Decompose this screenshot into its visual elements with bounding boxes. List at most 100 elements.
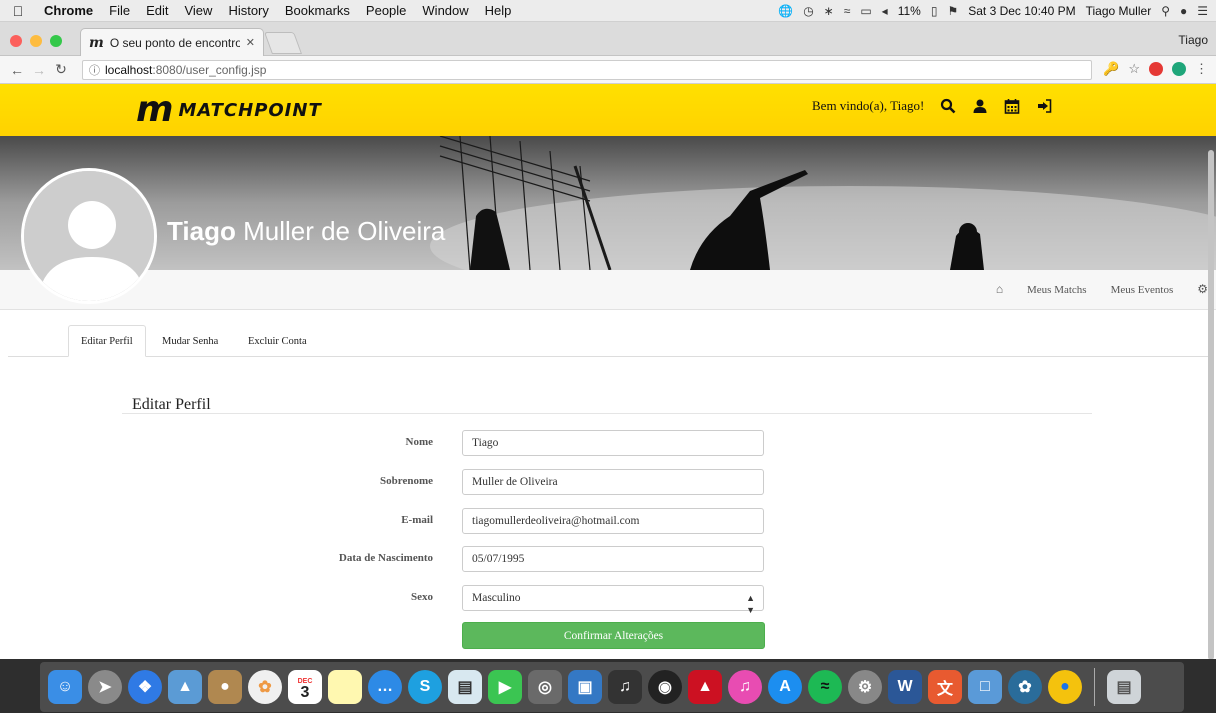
- avatar[interactable]: [21, 168, 157, 304]
- label-email: E-mail: [401, 514, 433, 526]
- forward-arrow-icon[interactable]: →: [28, 62, 50, 78]
- wifi-icon[interactable]: ≈: [844, 4, 851, 18]
- apple-menu-icon[interactable]: : [0, 3, 36, 19]
- popcorn-time-icon[interactable]: ▲: [688, 670, 722, 704]
- menu-user-name[interactable]: Tiago Muller: [1086, 4, 1152, 18]
- finder-icon[interactable]: ☺: [48, 670, 82, 704]
- minimize-window-icon[interactable]: [30, 35, 42, 47]
- matchpoint-logo[interactable]: m MATCHPOINT: [136, 92, 322, 128]
- chrome-menu-icon[interactable]: ⋮: [1195, 61, 1208, 77]
- flag-icon[interactable]: ⚑: [947, 4, 958, 18]
- opera-extension-icon[interactable]: [1149, 62, 1163, 76]
- notification-center-icon[interactable]: ☰: [1197, 4, 1208, 18]
- battery-percent[interactable]: 11%: [898, 4, 921, 18]
- globe-icon[interactable]: 🌐: [778, 4, 793, 18]
- macos-dock: ☺ ➤ ❖ ▲ ● ✿ DEC 3 … S ▤ ▶ ◎ ▣ ♫ ◉ ▲ ♫ A …: [40, 662, 1184, 712]
- form-row-sobrenome: Sobrenome Muller de Oliveira: [0, 469, 1216, 495]
- photo-booth-icon[interactable]: ◉: [648, 670, 682, 704]
- menu-bookmarks[interactable]: Bookmarks: [277, 3, 358, 18]
- gear-icon[interactable]: ⚙: [1197, 282, 1208, 297]
- menu-app-name[interactable]: Chrome: [36, 3, 101, 18]
- time-machine-icon[interactable]: ◷: [803, 4, 813, 18]
- select-sexo-value: Masculino: [472, 592, 521, 604]
- menu-people[interactable]: People: [358, 3, 414, 18]
- menu-window[interactable]: Window: [414, 3, 476, 18]
- spotlight-icon[interactable]: ⚲: [1161, 4, 1170, 18]
- image-capture-icon[interactable]: ▤: [448, 670, 482, 704]
- bluetooth-icon[interactable]: ∗: [824, 4, 834, 18]
- volume-icon[interactable]: ◂: [882, 4, 888, 18]
- launchpad-icon[interactable]: ➤: [88, 670, 122, 704]
- select-sexo[interactable]: Masculino ▲ ▼: [462, 585, 764, 615]
- garageband-icon[interactable]: ♫: [608, 670, 642, 704]
- menu-view[interactable]: View: [176, 3, 220, 18]
- bookmark-star-icon[interactable]: ☆: [1128, 61, 1140, 77]
- logout-icon[interactable]: [1036, 98, 1052, 114]
- menu-history[interactable]: History: [220, 3, 276, 18]
- virtualbox-icon[interactable]: □: [968, 670, 1002, 704]
- notes-icon[interactable]: [328, 670, 362, 704]
- nav-meus-eventos[interactable]: Meus Eventos: [1111, 284, 1174, 296]
- default-avatar-icon: [24, 171, 154, 301]
- facetime-icon[interactable]: ▶: [488, 670, 522, 704]
- new-tab-button[interactable]: [263, 32, 303, 54]
- contacts-icon[interactable]: ●: [208, 670, 242, 704]
- key-icon[interactable]: 🔑: [1103, 61, 1119, 77]
- confirm-changes-button[interactable]: Confirmar Alterações: [462, 622, 765, 649]
- safari-icon[interactable]: ❖: [128, 670, 162, 704]
- browser-tab[interactable]: m O seu ponto de encontro dos e ✕: [80, 28, 264, 56]
- menu-help[interactable]: Help: [477, 3, 520, 18]
- itunes-icon[interactable]: ♫: [728, 670, 762, 704]
- search-icon[interactable]: [940, 98, 956, 114]
- tab-mudar-senha[interactable]: Mudar Senha: [150, 325, 230, 357]
- spotify-icon[interactable]: ≈: [808, 670, 842, 704]
- chrome-icon[interactable]: ●: [1048, 670, 1082, 704]
- clock[interactable]: Sat 3 Dec 10:40 PM: [968, 4, 1075, 18]
- input-data-nascimento[interactable]: 05/07/1995: [462, 546, 764, 572]
- info-icon[interactable]: ⓘ: [89, 62, 100, 78]
- tab-excluir-conta[interactable]: Excluir Conta: [236, 325, 319, 357]
- word-icon[interactable]: W: [888, 670, 922, 704]
- trash-icon[interactable]: ▤: [1107, 670, 1141, 704]
- siri-icon[interactable]: ●: [1180, 4, 1187, 18]
- user-icon[interactable]: [972, 98, 988, 114]
- reload-icon[interactable]: ↻: [50, 61, 72, 78]
- menu-file[interactable]: File: [101, 3, 138, 18]
- sourcetree-icon[interactable]: ✿: [1008, 670, 1042, 704]
- nav-meus-matchs[interactable]: Meus Matchs: [1027, 284, 1087, 296]
- system-preferences-icon[interactable]: ⚙: [848, 670, 882, 704]
- input-email[interactable]: tiagomullerdeoliveira@hotmail.com: [462, 508, 764, 534]
- profile-sub-nav: ⌂ Meus Matchs Meus Eventos ⚙: [0, 270, 1216, 310]
- preview-icon[interactable]: ▲: [168, 670, 202, 704]
- translate-icon[interactable]: 文: [928, 670, 962, 704]
- back-arrow-icon[interactable]: ←: [6, 62, 28, 78]
- preview-app-icon[interactable]: ▣: [568, 670, 602, 704]
- extension-h-icon[interactable]: [1172, 62, 1186, 76]
- form-row-nascimento: Data de Nascimento 05/07/1995: [0, 546, 1216, 572]
- photos-icon[interactable]: ✿: [248, 670, 282, 704]
- logo-text: MATCHPOINT: [178, 99, 322, 121]
- airplay-icon[interactable]: ▭: [860, 4, 871, 18]
- input-sobrenome[interactable]: Muller de Oliveira: [462, 469, 764, 495]
- zoom-window-icon[interactable]: [50, 35, 62, 47]
- tab-editar-perfil[interactable]: Editar Perfil: [68, 325, 146, 357]
- close-tab-icon[interactable]: ✕: [246, 36, 255, 49]
- calendar-app-icon[interactable]: DEC 3: [288, 670, 322, 704]
- app-store-icon[interactable]: A: [768, 670, 802, 704]
- address-bar[interactable]: ⓘ localhost:8080/user_config.jsp: [82, 60, 1092, 80]
- battery-icon[interactable]: ▯: [931, 4, 938, 18]
- input-nome[interactable]: Tiago: [462, 430, 764, 456]
- messages-icon[interactable]: …: [368, 670, 402, 704]
- browser-tab-strip: m O seu ponto de encontro dos e ✕ Tiago: [0, 22, 1216, 56]
- home-icon[interactable]: ⌂: [996, 282, 1003, 297]
- menu-edit[interactable]: Edit: [138, 3, 176, 18]
- calendar-icon[interactable]: [1004, 98, 1020, 114]
- close-window-icon[interactable]: [10, 35, 22, 47]
- tab-title: O seu ponto de encontro dos e: [109, 35, 240, 50]
- site-header: m MATCHPOINT Bem vindo(a), Tiago!: [0, 84, 1216, 136]
- chrome-profile-name[interactable]: Tiago: [1178, 33, 1208, 47]
- page-scrollbar[interactable]: [1208, 150, 1214, 660]
- disk-utility-icon[interactable]: ◎: [528, 670, 562, 704]
- label-data-nascimento: Data de Nascimento: [338, 552, 433, 564]
- skype-icon[interactable]: S: [408, 670, 442, 704]
